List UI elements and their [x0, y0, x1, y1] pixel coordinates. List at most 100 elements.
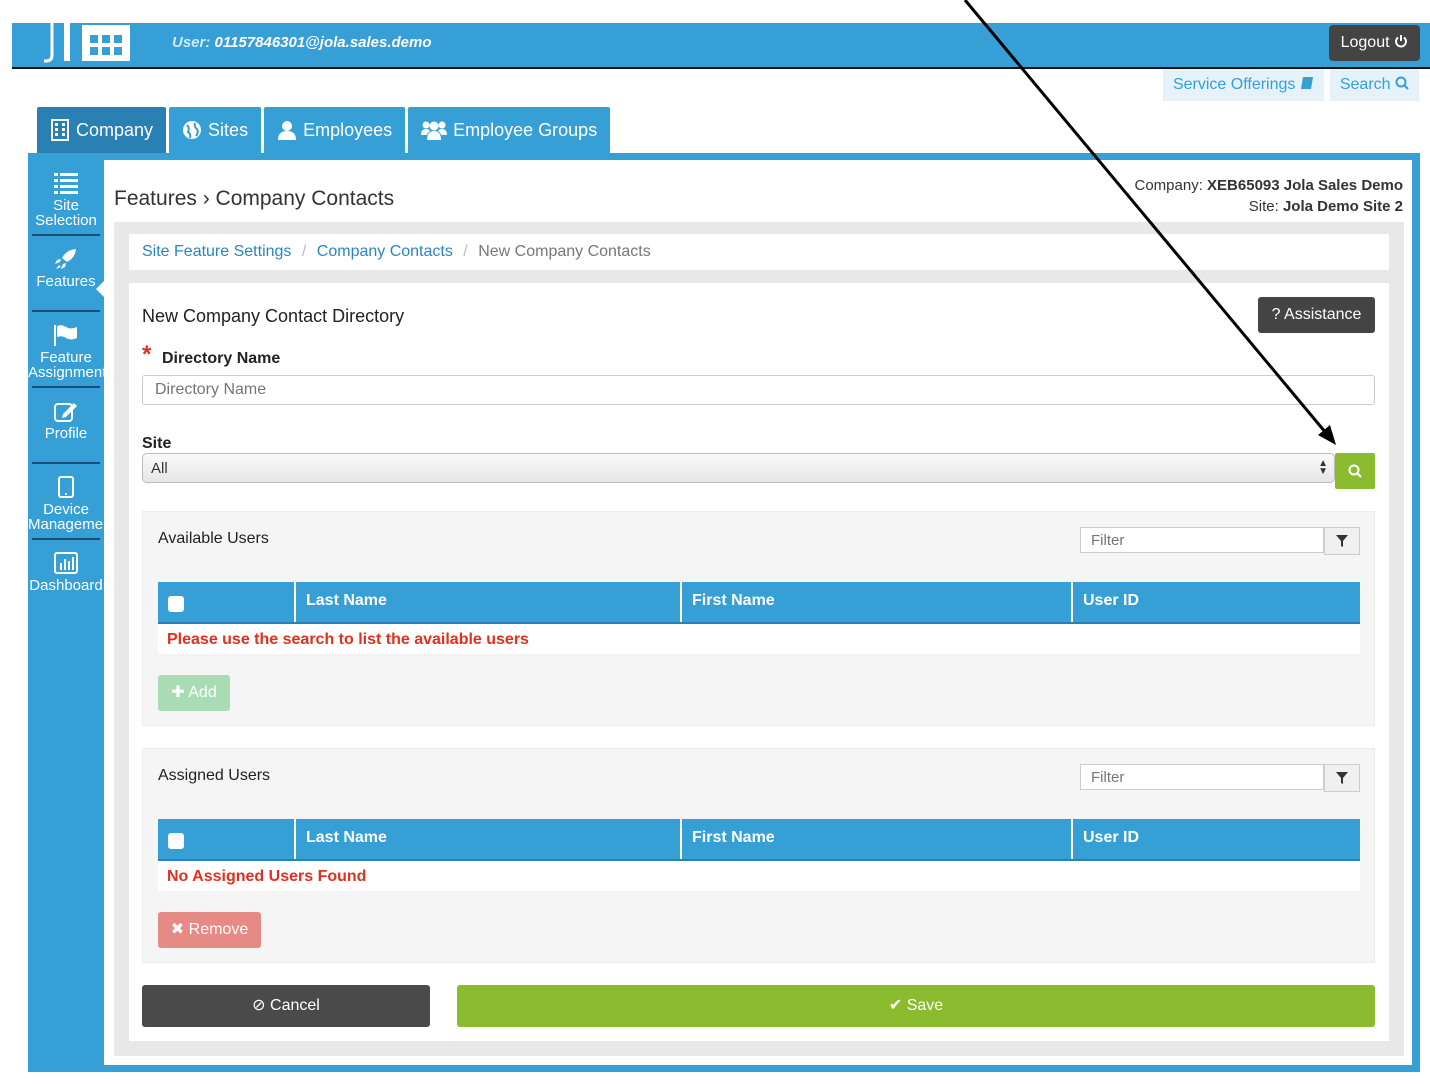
available-users-title: Available Users: [158, 530, 269, 547]
directory-name-label: Directory Name: [162, 350, 281, 367]
site-search-button[interactable]: [1335, 453, 1375, 489]
page-title: Features › Company Contacts: [114, 187, 395, 210]
search-icon: [1395, 76, 1409, 90]
select-all-cell: [158, 819, 296, 859]
sidebar-item-site-selection[interactable]: Site Selection: [28, 160, 104, 234]
site-label: Site: [142, 435, 172, 452]
company-label: Company:: [1134, 177, 1203, 194]
column-header-user-id[interactable]: User ID: [1073, 819, 1360, 859]
breadcrumb-separator: /: [463, 243, 468, 260]
available-filter-button[interactable]: [1324, 527, 1360, 555]
list-icon: [54, 173, 78, 194]
ban-icon: ⊘: [252, 997, 266, 1014]
column-header-first-name[interactable]: First Name: [682, 582, 1073, 622]
sidebar-item-profile[interactable]: Profile: [28, 388, 104, 462]
sidebar-item-label: Profile: [44, 425, 88, 442]
breadcrumb-company-contacts[interactable]: Company Contacts: [317, 243, 453, 260]
logout-button[interactable]: Logout: [1328, 25, 1420, 61]
assigned-filter-button[interactable]: [1324, 764, 1360, 792]
select-all-checkbox[interactable]: [168, 596, 184, 612]
assigned-users-title: Assigned Users: [158, 767, 271, 784]
assigned-users-table: Last Name First Name User ID No Assigned…: [158, 819, 1360, 891]
sidebar-item-dashboard[interactable]: Dashboard: [28, 540, 104, 614]
sidebar-item-label: Selection: [35, 212, 97, 229]
breadcrumb-site-feature-settings[interactable]: Site Feature Settings: [142, 243, 291, 260]
search-link[interactable]: Search: [1329, 69, 1419, 101]
sidebar-item-label: Features: [36, 273, 96, 290]
available-users-table: Last Name First Name User ID Please use …: [158, 582, 1360, 654]
available-users-section: Available Users Last Name First Name Use…: [142, 511, 1375, 726]
column-header-user-id[interactable]: User ID: [1073, 582, 1360, 622]
book-icon: [1300, 77, 1313, 89]
tab-employees[interactable]: Employees: [264, 107, 406, 153]
sidebar-item-label: Dashboard: [29, 577, 103, 594]
flag-icon: [54, 325, 77, 346]
sidebar-item-label: Device: [43, 501, 89, 518]
site-label: Site:: [1248, 198, 1279, 215]
top-header-bar: User: 01157846301@jola.sales.demo Logout: [12, 19, 1430, 69]
tab-company-label: Company: [76, 120, 154, 140]
select-all-cell: [158, 582, 296, 622]
assigned-filter-input[interactable]: [1080, 764, 1324, 790]
power-icon: [1395, 35, 1407, 48]
select-arrows-icon: ▲ ▼: [1318, 458, 1328, 477]
times-icon: ✖: [170, 921, 185, 938]
breadcrumb-current: New Company Contacts: [478, 243, 651, 260]
sidebar-item-feature-assignment[interactable]: Feature Assignment: [28, 312, 106, 386]
filter-icon: [1336, 535, 1348, 547]
edit-icon: [54, 403, 77, 422]
main-tabs: Company Sites Employees Employee Groups: [37, 107, 611, 153]
globe-icon: [183, 121, 202, 139]
table-header: Last Name First Name User ID: [158, 819, 1360, 859]
search-link-label: Search: [1339, 76, 1391, 93]
sidebar: Site Selection Features Feature Assignme…: [28, 160, 116, 614]
save-label: Save: [906, 997, 944, 1014]
logo-icon: [44, 19, 130, 63]
top-links: Service Offerings Search: [1162, 69, 1419, 101]
search-icon: [1348, 464, 1362, 478]
assistance-button[interactable]: ? Assistance: [1258, 297, 1375, 333]
tab-employee-groups[interactable]: Employee Groups: [408, 107, 611, 153]
column-header-last-name[interactable]: Last Name: [296, 819, 682, 859]
breadcrumb: Site Feature Settings / Company Contacts…: [129, 234, 1389, 270]
remove-button[interactable]: ✖ Remove: [158, 912, 261, 948]
cancel-label: Cancel: [270, 997, 320, 1014]
tab-employee-groups-label: Employee Groups: [453, 120, 598, 140]
cancel-button[interactable]: ⊘ Cancel: [142, 985, 430, 1027]
site-select[interactable]: All ▲ ▼: [142, 453, 1335, 483]
required-asterisk: *: [142, 341, 152, 368]
directory-name-input[interactable]: [142, 375, 1375, 405]
plus-icon: ✚: [171, 684, 185, 701]
sidebar-item-features[interactable]: Features: [28, 236, 105, 310]
service-offerings-link[interactable]: Service Offerings: [1162, 69, 1324, 101]
table-header: Last Name First Name User ID: [158, 582, 1360, 622]
building-icon: [51, 119, 69, 141]
service-offerings-label: Service Offerings: [1172, 76, 1296, 93]
breadcrumb-separator: /: [301, 243, 307, 260]
tab-sites[interactable]: Sites: [169, 107, 262, 153]
add-button[interactable]: ✚ Add: [158, 675, 230, 711]
remove-label: Remove: [188, 921, 249, 938]
column-header-last-name[interactable]: Last Name: [296, 582, 682, 622]
sidebar-item-label: Site: [53, 197, 79, 214]
site-select-value: All: [151, 460, 168, 477]
company-info: Company: XEB65093 Jola Sales Demo Site: …: [1135, 175, 1404, 217]
sidebar-item-device-management[interactable]: Device Management: [28, 464, 116, 538]
column-header-first-name[interactable]: First Name: [682, 819, 1073, 859]
save-button[interactable]: ✔ Save: [457, 985, 1375, 1027]
available-filter-input[interactable]: [1080, 527, 1324, 553]
chart-icon: [54, 552, 78, 574]
tab-company[interactable]: Company: [37, 107, 167, 153]
logout-label: Logout: [1340, 34, 1390, 51]
select-all-checkbox[interactable]: [168, 833, 184, 849]
company-value: XEB65093 Jola Sales Demo: [1207, 177, 1403, 194]
sidebar-item-label: Management: [28, 516, 116, 533]
tab-sites-label: Sites: [208, 120, 249, 140]
filter-icon: [1336, 772, 1348, 784]
site-value: Jola Demo Site 2: [1282, 198, 1403, 215]
rocket-icon: [55, 249, 76, 269]
assigned-users-section: Assigned Users Last Name First Name User…: [142, 748, 1375, 963]
empty-message: No Assigned Users Found: [158, 859, 1360, 891]
add-label: Add: [188, 684, 217, 701]
users-icon: [421, 121, 448, 140]
